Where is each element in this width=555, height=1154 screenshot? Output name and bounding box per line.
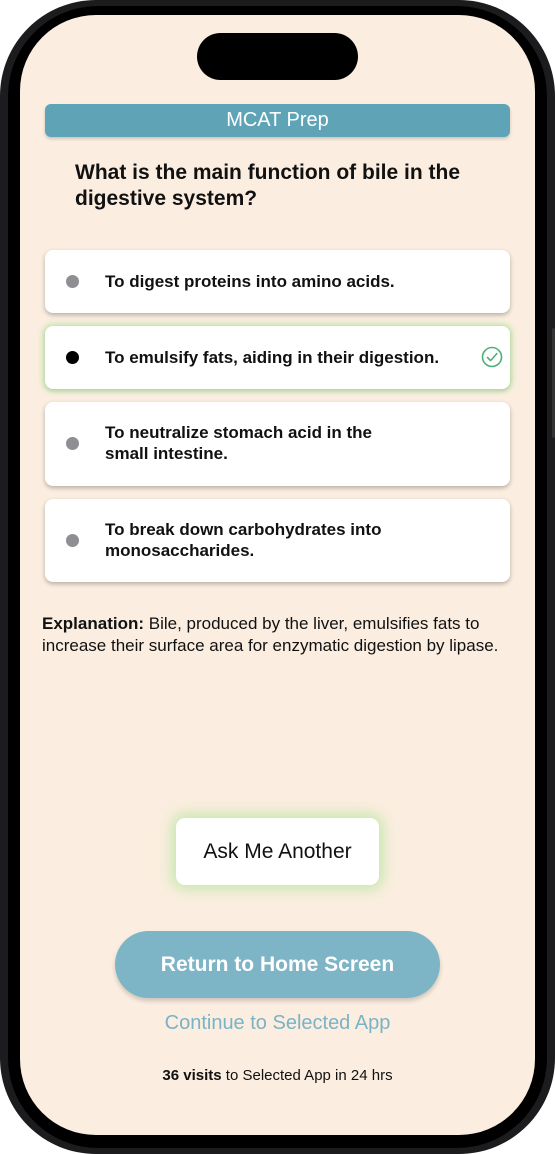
question-text: What is the main function of bile in the… bbox=[75, 161, 460, 210]
app-title: MCAT Prep bbox=[226, 109, 329, 131]
answer-option-3[interactable]: To neutralize stomach acid in the small … bbox=[45, 402, 510, 486]
dynamic-island bbox=[197, 33, 358, 80]
app-screen: MCAT Prep What is the main function of b… bbox=[20, 15, 535, 1135]
answer-option-label: To digest proteins into amino acids. bbox=[105, 272, 395, 291]
answer-option-label: To break down carbohydrates into monosac… bbox=[105, 520, 382, 560]
continue-to-app-link[interactable]: Continue to Selected App bbox=[115, 1012, 440, 1035]
bullet-icon bbox=[66, 275, 79, 288]
answer-option-label: To neutralize stomach acid in the small … bbox=[105, 423, 373, 463]
explanation-label: Explanation: bbox=[42, 614, 145, 633]
checkmark-circle-icon bbox=[481, 346, 503, 368]
answer-option-label: To emulsify fats, aiding in their digest… bbox=[105, 348, 440, 367]
return-home-button[interactable]: Return to Home Screen bbox=[115, 931, 440, 998]
visits-text: to Selected App in 24 hrs bbox=[221, 1067, 393, 1084]
visits-count: 36 visits bbox=[162, 1067, 222, 1084]
answer-option-4[interactable]: To break down carbohydrates into monosac… bbox=[45, 499, 510, 582]
answer-option-2[interactable]: To emulsify fats, aiding in their digest… bbox=[45, 326, 510, 389]
phone-frame: MCAT Prep What is the main function of b… bbox=[0, 0, 555, 1154]
visits-summary: 36 visits to Selected App in 24 hrs bbox=[60, 1067, 495, 1084]
bullet-icon bbox=[66, 534, 79, 547]
explanation-text: Explanation: Bile, produced by the liver… bbox=[42, 613, 517, 657]
bullet-icon bbox=[66, 437, 79, 450]
bullet-icon bbox=[66, 351, 79, 364]
answer-option-1[interactable]: To digest proteins into amino acids. bbox=[45, 250, 510, 313]
ask-me-another-button[interactable]: Ask Me Another bbox=[176, 818, 379, 885]
app-title-bar: MCAT Prep bbox=[45, 104, 510, 137]
